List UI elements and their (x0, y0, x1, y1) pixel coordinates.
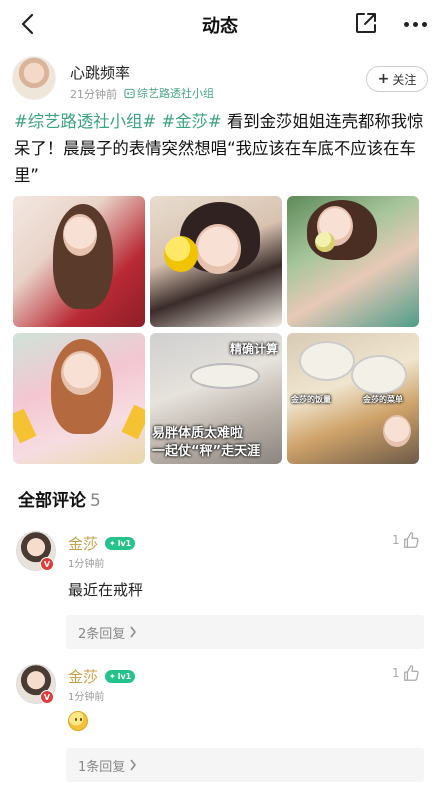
chevron-right-icon (130, 759, 137, 771)
hashtag-group[interactable]: #综艺路透社小组# (14, 112, 156, 131)
level-text: lv1 (117, 672, 132, 681)
post-author: 心跳频率 21分钟前 综艺路透社小组 + 关注 (12, 56, 428, 102)
image-grid: 精确计算 易胖体质太难啦 一起仗“秤”走天涯 金莎的饭量 金莎的菜单 (13, 196, 419, 466)
dot (421, 21, 427, 27)
group-icon (124, 88, 135, 98)
dot (412, 21, 418, 27)
smiley-emoji-icon (68, 711, 88, 731)
post-image[interactable]: 精确计算 易胖体质太难啦 一起仗“秤”走天涯 (150, 333, 282, 464)
image-caption: 一起仗“秤”走天涯 (152, 444, 261, 459)
comments-header: 全部评论 5 (18, 486, 101, 511)
thumbs-up-icon (403, 665, 419, 681)
commenter-name[interactable]: 金莎 (68, 533, 98, 554)
leaf-icon: ✦ (109, 539, 116, 548)
author-name[interactable]: 心跳频率 (70, 62, 130, 83)
share-icon (356, 13, 376, 33)
follow-label: 关注 (392, 72, 417, 87)
image-caption: 精确计算 (230, 342, 279, 356)
chevron-left-icon (21, 13, 34, 35)
chevron-right-icon (130, 626, 137, 638)
follow-button[interactable]: + 关注 (366, 66, 428, 92)
comments-title: 全部评论 (18, 491, 86, 511)
image-caption: 金莎的菜单 (363, 395, 403, 404)
dot (403, 21, 409, 27)
post-text: #综艺路透社小组# #金莎# 看到金莎姐姐连壳都称我惊呆了！晨晨子的表情突然想唱… (14, 108, 428, 189)
author-avatar[interactable] (12, 56, 56, 100)
hashtag-jinsha[interactable]: #金莎# (161, 112, 221, 131)
comment-item: V 金莎 ✦ lv1 1分钟前 1 1条回复 (0, 664, 440, 792)
like-button[interactable]: 1 (392, 664, 420, 682)
post-image[interactable]: 金莎的饭量 金莎的菜单 (287, 333, 419, 464)
verified-badge-icon: V (40, 690, 54, 704)
plus-icon: + (377, 71, 390, 87)
verified-badge-icon: V (40, 557, 54, 571)
level-text: lv1 (117, 539, 132, 548)
image-caption: 易胖体质太难啦 (152, 426, 244, 441)
post-image[interactable] (13, 196, 145, 327)
replies-label: 2条回复 (78, 626, 126, 642)
replies-button[interactable]: 2条回复 (66, 615, 424, 649)
share-button[interactable] (354, 11, 380, 37)
replies-button[interactable]: 1条回复 (66, 748, 424, 782)
group-name: 综艺路透社小组 (137, 87, 214, 100)
more-button[interactable] (400, 14, 430, 34)
post-image[interactable] (13, 333, 145, 464)
post-time: 21分钟前 (70, 88, 117, 101)
top-bar: 动态 (0, 0, 440, 48)
comment-item: V 金莎 ✦ lv1 1分钟前 1 最近在戒秤 2条回复 (0, 531, 440, 661)
like-count: 1 (392, 533, 400, 547)
commenter-name[interactable]: 金莎 (68, 666, 98, 687)
comments-count: 5 (90, 491, 101, 511)
thumbs-up-icon (403, 532, 419, 548)
level-badge: ✦ lv1 (105, 537, 136, 550)
image-caption: 金莎的饭量 (291, 395, 331, 404)
comment-time: 1分钟前 (68, 692, 105, 703)
like-button[interactable]: 1 (392, 531, 420, 549)
leaf-icon: ✦ (109, 672, 116, 681)
group-link[interactable]: 综艺路透社小组 (124, 85, 214, 101)
replies-label: 1条回复 (78, 759, 126, 775)
level-badge: ✦ lv1 (105, 670, 136, 683)
comment-time: 1分钟前 (68, 559, 105, 570)
comment-text: 最近在戒秤 (68, 581, 144, 599)
post-image[interactable] (287, 196, 419, 327)
back-button[interactable] (14, 10, 40, 38)
post-image[interactable] (150, 196, 282, 327)
like-count: 1 (392, 666, 400, 680)
